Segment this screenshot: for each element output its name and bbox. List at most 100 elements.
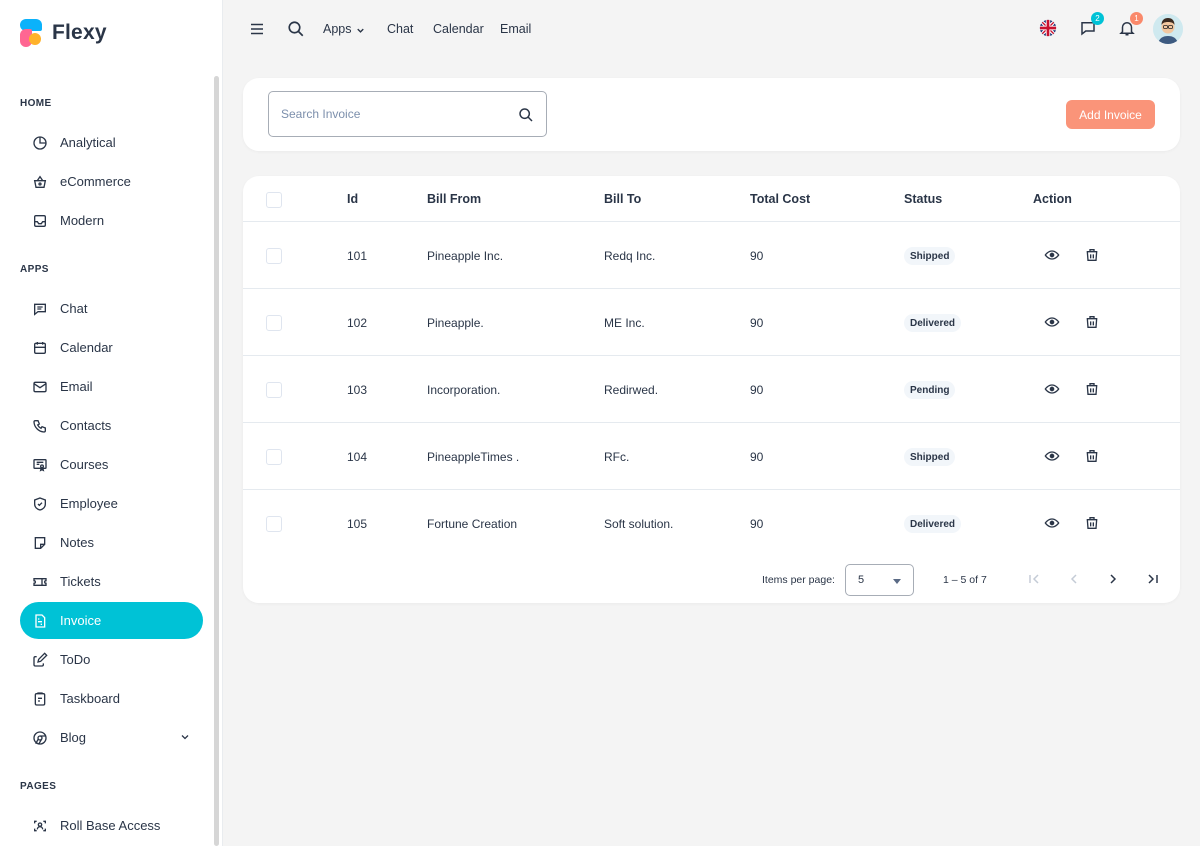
eye-icon[interactable]: [1044, 448, 1060, 464]
total-cost: 90: [750, 316, 764, 330]
sidebar-item-label: Employee: [60, 496, 118, 511]
search-card: Add Invoice: [243, 78, 1180, 151]
menu-icon[interactable]: [248, 20, 266, 38]
items-per-page-label: Items per page:: [762, 574, 835, 586]
column-header-id[interactable]: Id: [347, 192, 358, 206]
basket-icon: [33, 174, 47, 188]
note-icon: [34, 536, 46, 549]
search-icon[interactable]: [287, 20, 305, 38]
sidebar-item-roll-base-access[interactable]: Roll Base Access: [20, 807, 203, 844]
total-cost: 90: [750, 249, 764, 263]
previous-page-icon[interactable]: [1066, 571, 1082, 587]
language-selector[interactable]: [1036, 16, 1060, 40]
sidebar-item-notes[interactable]: Notes: [20, 524, 203, 561]
eye-icon[interactable]: [1044, 515, 1060, 531]
column-header-bill-from[interactable]: Bill From: [427, 192, 481, 206]
next-page-icon[interactable]: [1105, 571, 1121, 587]
first-page-icon[interactable]: [1026, 571, 1042, 587]
bill-from: Fortune Creation: [427, 517, 518, 531]
sidebar-item-tickets[interactable]: Tickets: [20, 563, 203, 600]
section-title-pages: PAGES: [20, 781, 57, 792]
status-badge: Delivered: [904, 515, 962, 533]
section-title-home: HOME: [20, 98, 52, 109]
sidebar-item-label: Roll Base Access: [60, 818, 161, 833]
table-row[interactable]: 101 Pineapple Inc. Redq Inc. 90 Shipped: [243, 221, 1180, 288]
eye-icon[interactable]: [1044, 381, 1060, 397]
table-row[interactable]: 104 PineappleTimes . RFc. 90 Shipped: [243, 422, 1180, 489]
trash-icon[interactable]: [1084, 314, 1100, 330]
notifications-button[interactable]: 1: [1115, 12, 1143, 40]
row-checkbox[interactable]: [266, 382, 282, 398]
column-header-bill-to[interactable]: Bill To: [604, 192, 641, 206]
bill-from: Pineapple.: [427, 316, 484, 330]
avatar[interactable]: [1153, 14, 1183, 44]
user-avatar-icon: [1153, 14, 1183, 44]
topbar-link-calendar[interactable]: Calendar: [433, 22, 484, 36]
bill-from: Incorporation.: [427, 383, 501, 397]
select-all-checkbox[interactable]: [266, 192, 282, 208]
row-checkbox[interactable]: [266, 315, 282, 331]
brand-name: Flexy: [52, 21, 107, 44]
pagination-range: 1 – 5 of 7: [943, 574, 987, 586]
sidebar-scrollbar[interactable]: [214, 76, 219, 846]
column-header-action: Action: [1033, 192, 1072, 206]
sidebar-item-label: Email: [60, 379, 93, 394]
sidebar-item-ecommerce[interactable]: eCommerce: [20, 163, 203, 200]
messages-button[interactable]: 2: [1076, 12, 1104, 40]
sidebar-item-calendar[interactable]: Calendar: [20, 329, 203, 366]
items-per-page-select[interactable]: 5: [845, 564, 914, 596]
section-title-apps: APPS: [20, 264, 49, 275]
sidebar-item-taskboard[interactable]: Taskboard: [20, 680, 203, 717]
sidebar-item-label: Notes: [60, 535, 94, 550]
sidebar-item-label: Courses: [60, 457, 109, 472]
total-cost: 90: [750, 517, 764, 531]
row-checkbox[interactable]: [266, 449, 282, 465]
sidebar-item-label: Chat: [60, 301, 88, 316]
invoice-id: 103: [347, 383, 368, 397]
invoice-id: 105: [347, 517, 368, 531]
sidebar-item-contacts[interactable]: Contacts: [20, 407, 203, 444]
search-input[interactable]: [281, 92, 511, 136]
sidebar-item-analytical[interactable]: Analytical: [20, 124, 203, 161]
topbar-link-chat[interactable]: Chat: [387, 22, 413, 36]
sidebar-item-modern[interactable]: Modern: [20, 202, 203, 239]
sidebar-item-courses[interactable]: Courses: [20, 446, 203, 483]
search-invoice-field[interactable]: [268, 91, 547, 137]
notifications-badge: 1: [1130, 12, 1143, 25]
invoice-id: 102: [347, 316, 368, 330]
topbar-link-email[interactable]: Email: [500, 22, 531, 36]
eye-icon[interactable]: [1044, 247, 1060, 263]
sidebar-item-blog[interactable]: Blog: [20, 719, 203, 756]
trash-icon[interactable]: [1084, 247, 1100, 263]
eye-icon[interactable]: [1044, 314, 1060, 330]
search-icon[interactable]: [518, 107, 534, 123]
bill-to: Soft solution.: [604, 517, 674, 531]
trash-icon[interactable]: [1084, 381, 1100, 397]
sidebar-item-invoice[interactable]: Invoice: [20, 602, 203, 639]
user-scan-icon: [34, 820, 46, 831]
topbar-link-apps[interactable]: Apps: [323, 22, 352, 36]
column-header-status[interactable]: Status: [904, 192, 942, 206]
trash-icon[interactable]: [1084, 448, 1100, 464]
invoice-id: 104: [347, 450, 368, 464]
chevron-down-icon: [181, 735, 189, 740]
flexy-logo-icon: [20, 19, 42, 47]
last-page-icon[interactable]: [1145, 571, 1161, 587]
invoice-id: 101: [347, 249, 368, 263]
inbox-icon: [34, 214, 46, 227]
sidebar-item-todo[interactable]: ToDo: [20, 641, 203, 678]
sidebar-item-employee[interactable]: Employee: [20, 485, 203, 522]
sidebar-item-chat[interactable]: Chat: [20, 290, 203, 327]
sidebar: Flexy HOME Analytical eCommerce Modern A…: [0, 0, 223, 846]
table-row[interactable]: 103 Incorporation. Redirwed. 90 Pending: [243, 355, 1180, 422]
row-checkbox[interactable]: [266, 516, 282, 532]
table-row[interactable]: 102 Pineapple. ME Inc. 90 Delivered: [243, 288, 1180, 355]
trash-icon[interactable]: [1084, 515, 1100, 531]
table-row[interactable]: 105 Fortune Creation Soft solution. 90 D…: [243, 489, 1180, 556]
bill-from: Pineapple Inc.: [427, 249, 504, 263]
row-checkbox[interactable]: [266, 248, 282, 264]
add-invoice-button[interactable]: Add Invoice: [1066, 100, 1155, 129]
column-header-total-cost[interactable]: Total Cost: [750, 192, 810, 206]
brand[interactable]: Flexy: [20, 19, 107, 47]
sidebar-item-email[interactable]: Email: [20, 368, 203, 405]
